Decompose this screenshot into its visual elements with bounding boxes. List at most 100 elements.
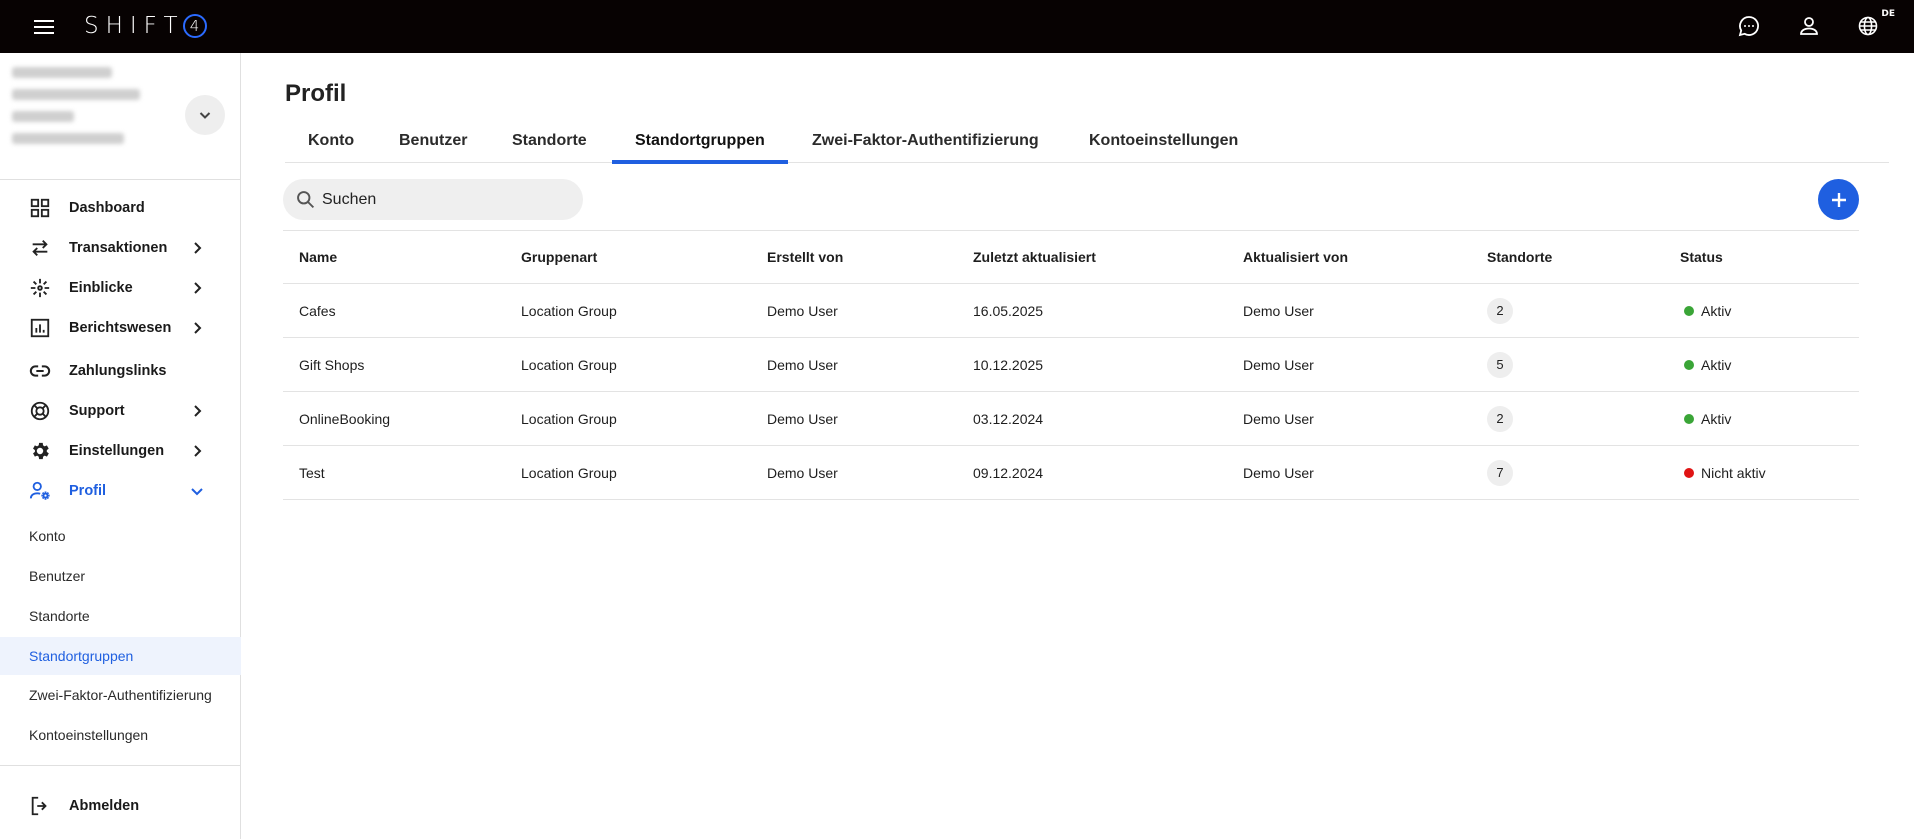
logout-icon — [31, 796, 47, 816]
sidebar-subitem-zwei-faktor[interactable]: Zwei-Faktor-Authentifizierung — [0, 676, 241, 714]
status-label: Nicht aktiv — [1701, 464, 1766, 481]
sidebar-subitem-konto[interactable]: Konto — [0, 517, 241, 555]
status-label: Aktiv — [1701, 302, 1732, 319]
column-header-type[interactable]: Gruppenart — [505, 230, 751, 284]
tab-kontoeinstellungen[interactable]: Kontoeinstellungen — [1066, 118, 1261, 163]
status-badge: Aktiv — [1680, 411, 1731, 427]
sidebar-item-label: Zahlungslinks — [69, 363, 167, 379]
table-row[interactable]: Cafes Location Group Demo User 16.05.202… — [283, 283, 1859, 338]
sidebar-item-label: Einblicke — [69, 280, 133, 296]
cell-name: Gift Shops — [283, 337, 505, 392]
account-info-blurred — [12, 67, 142, 157]
status-badge: Aktiv — [1680, 357, 1731, 373]
search-input[interactable] — [322, 184, 572, 215]
cell-name: OnlineBooking — [283, 391, 505, 446]
logout-label: Abmelden — [69, 798, 140, 814]
status-dot-active — [1684, 359, 1694, 370]
sidebar-item-label: Profil — [69, 483, 107, 499]
tab-konto[interactable]: Konto — [285, 118, 377, 163]
page-title: Profil — [285, 80, 347, 107]
profile-tabs: Konto Benutzer Standorte Standortgruppen… — [285, 118, 1889, 164]
sidebar-item-profil[interactable]: Profil — [0, 471, 241, 511]
column-header-created-by[interactable]: Erstellt von — [751, 230, 957, 284]
sidebar-item-support[interactable]: Support — [0, 391, 241, 431]
menu-icon[interactable] — [34, 16, 56, 36]
cell-type: Location Group — [505, 337, 751, 392]
sidebar-subitem-benutzer[interactable]: Benutzer — [0, 557, 241, 595]
chevron-right-icon — [194, 322, 202, 334]
sidebar-item-einblicke[interactable]: Einblicke — [0, 268, 241, 308]
column-header-name[interactable]: Name — [283, 230, 505, 284]
sidebar-item-transaktionen[interactable]: Transaktionen — [0, 228, 241, 268]
sidebar-item-berichtswesen[interactable]: Berichtswesen — [0, 308, 241, 348]
dashboard-icon — [30, 198, 50, 218]
column-header-updated[interactable]: Zuletzt aktualisiert — [957, 230, 1227, 284]
add-location-group-button[interactable] — [1818, 179, 1859, 220]
status-badge: Aktiv — [1680, 303, 1731, 319]
table-row[interactable]: Test Location Group Demo User 09.12.2024… — [283, 445, 1859, 500]
cell-updated-by: Demo User — [1227, 337, 1471, 392]
status-label: Aktiv — [1701, 410, 1732, 427]
tab-standorte[interactable]: Standorte — [489, 118, 610, 163]
link-icon — [29, 365, 51, 377]
logout-button[interactable]: Abmelden — [0, 786, 241, 826]
chat-icon[interactable] — [1737, 14, 1763, 40]
cell-status: Aktiv — [1664, 337, 1859, 392]
chevron-right-icon — [194, 445, 202, 457]
shift4-logo[interactable]: SHIFT 4 — [84, 12, 207, 40]
sidebar-item-einstellungen[interactable]: Einstellungen — [0, 431, 241, 471]
profile-settings-icon — [29, 481, 50, 500]
tab-benutzer[interactable]: Benutzer — [376, 118, 490, 163]
location-groups-table: Name Gruppenart Erstellt von Zuletzt akt… — [283, 230, 1859, 500]
sidebar-subitem-standortgruppen[interactable]: Standortgruppen — [0, 637, 241, 675]
cell-updated: 10.12.2025 — [957, 337, 1227, 392]
sidebar-subitem-kontoeinstellungen[interactable]: Kontoeinstellungen — [0, 716, 241, 754]
gear-icon — [33, 442, 49, 460]
column-header-status[interactable]: Status — [1664, 230, 1859, 284]
chevron-down-icon — [191, 488, 203, 496]
table-header-row: Name Gruppenart Erstellt von Zuletzt akt… — [283, 230, 1859, 284]
sidebar-item-label: Berichtswesen — [69, 320, 172, 336]
tab-zwei-faktor[interactable]: Zwei-Faktor-Authentifizierung — [789, 118, 1062, 163]
search-box — [283, 179, 583, 220]
sidebar-item-label: Einstellungen — [69, 443, 165, 459]
cell-type: Location Group — [505, 391, 751, 446]
language-code: DE — [1881, 9, 1895, 19]
column-header-locations[interactable]: Standorte — [1471, 230, 1664, 284]
divider — [0, 179, 241, 180]
sidebar-item-dashboard[interactable]: Dashboard — [0, 188, 241, 228]
cell-updated: 09.12.2024 — [957, 445, 1227, 500]
status-dot-inactive — [1684, 467, 1694, 478]
table-row[interactable]: Gift Shops Location Group Demo User 10.1… — [283, 337, 1859, 392]
status-label: Aktiv — [1701, 356, 1732, 373]
support-icon — [30, 401, 50, 421]
globe-icon[interactable] — [1856, 14, 1882, 40]
chevron-right-icon — [194, 405, 202, 417]
chevron-right-icon — [194, 282, 202, 294]
transactions-icon — [32, 240, 48, 256]
search-icon — [297, 191, 315, 209]
account-switcher-button[interactable] — [185, 95, 225, 135]
tab-standortgruppen[interactable]: Standortgruppen — [612, 118, 788, 164]
chevron-down-icon — [199, 112, 211, 119]
cell-created-by: Demo User — [751, 337, 957, 392]
sidebar-item-label: Transaktionen — [69, 240, 168, 256]
cell-updated: 03.12.2024 — [957, 391, 1227, 446]
plus-icon — [1831, 192, 1846, 207]
locations-count-badge: 5 — [1487, 351, 1513, 378]
insights-icon — [30, 278, 50, 298]
logo-text: SHIFT — [84, 13, 185, 39]
cell-name: Cafes — [283, 283, 505, 338]
user-icon[interactable] — [1797, 14, 1823, 40]
cell-locations: 2 — [1471, 391, 1664, 446]
cell-created-by: Demo User — [751, 283, 957, 338]
cell-locations: 5 — [1471, 337, 1664, 392]
logo-mark: 4 — [182, 14, 207, 38]
column-header-updated-by[interactable]: Aktualisiert von — [1227, 230, 1471, 284]
cell-created-by: Demo User — [751, 445, 957, 500]
sidebar-subitem-standorte[interactable]: Standorte — [0, 597, 241, 635]
table-row[interactable]: OnlineBooking Location Group Demo User 0… — [283, 391, 1859, 446]
sidebar-item-zahlungslinks[interactable]: Zahlungslinks — [0, 351, 241, 391]
cell-type: Location Group — [505, 283, 751, 338]
sidebar: Dashboard Transaktionen Einblicke Berich… — [0, 53, 241, 839]
